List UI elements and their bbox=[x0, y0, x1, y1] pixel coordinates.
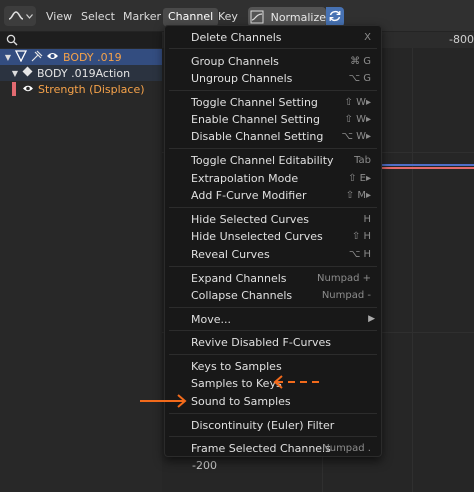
menu-separator bbox=[169, 330, 377, 331]
eye-icon[interactable] bbox=[22, 83, 34, 96]
dashed-arrow-annotation bbox=[273, 375, 324, 389]
menu-channel[interactable]: Channel bbox=[163, 8, 219, 26]
menu-separator bbox=[169, 207, 377, 208]
submenu-arrow-icon: ▶ bbox=[368, 314, 375, 324]
menu-item-collapse-channels[interactable]: Collapse Channels Numpad - bbox=[165, 287, 381, 304]
menu-separator bbox=[169, 436, 377, 437]
menu-item-enable-channel-setting[interactable]: Enable Channel Setting ⇧ W▸ bbox=[165, 111, 381, 128]
action-icon bbox=[22, 66, 33, 80]
auto-normalize-button[interactable] bbox=[326, 7, 344, 27]
normalize-toggle[interactable]: Normalize bbox=[248, 7, 326, 27]
collapse-arrow-icon[interactable]: ▼ bbox=[10, 69, 20, 78]
eye-icon[interactable] bbox=[46, 51, 59, 64]
menu-select[interactable]: Select bbox=[78, 8, 118, 26]
grid-line bbox=[412, 48, 413, 492]
menu-key[interactable]: Key bbox=[215, 8, 241, 26]
menu-item-ungroup-channels[interactable]: Ungroup Channels ⌥ G bbox=[165, 70, 381, 87]
menu-item-expand-channels[interactable]: Expand Channels Numpad + bbox=[165, 270, 381, 287]
editor-type-button[interactable] bbox=[4, 6, 36, 26]
search-icon bbox=[6, 34, 18, 49]
menu-item-delete-channels[interactable]: Delete Channels X bbox=[165, 29, 381, 46]
menu-separator bbox=[169, 307, 377, 308]
menu-separator bbox=[169, 354, 377, 355]
object-mode-icon bbox=[14, 49, 28, 65]
channel-object-row[interactable]: ▼ BODY .019 bbox=[0, 49, 162, 65]
ruler-value-label: -800 bbox=[449, 33, 474, 46]
menu-item-extrapolation-mode[interactable]: Extrapolation Mode ⇧ E▸ bbox=[165, 170, 381, 187]
menu-view[interactable]: View bbox=[43, 8, 75, 26]
object-channel-label: BODY .019 bbox=[63, 50, 122, 64]
menu-item-frame-selected-channels[interactable]: Frame Selected Channels Numpad . bbox=[165, 440, 381, 457]
normalize-icon bbox=[248, 7, 267, 27]
menu-item-hide-selected-curves[interactable]: Hide Selected Curves H bbox=[165, 211, 381, 228]
chevron-down-icon bbox=[25, 13, 33, 19]
fcurve-line-blue[interactable] bbox=[380, 164, 474, 166]
menu-separator bbox=[169, 266, 377, 267]
menu-separator bbox=[169, 148, 377, 149]
menu-item-keys-to-samples[interactable]: Keys to Samples bbox=[165, 358, 381, 375]
channel-menu-dropdown: Delete Channels X Group Channels ⌘ G Ung… bbox=[164, 25, 382, 457]
channel-region: ▼ BODY .019 ▼ BODY .019Action Strength (… bbox=[0, 32, 162, 492]
solid-arrow-annotation bbox=[140, 394, 187, 408]
fcurve-color-swatch bbox=[12, 82, 16, 96]
collapse-arrow-icon[interactable]: ▼ bbox=[3, 53, 13, 62]
menu-item-discontinuity-filter[interactable]: Discontinuity (Euler) Filter bbox=[165, 417, 381, 434]
pin-icon[interactable] bbox=[31, 50, 43, 65]
normalize-label: Normalize bbox=[270, 10, 326, 24]
channel-search-field[interactable] bbox=[0, 32, 162, 48]
channel-fcurve-row[interactable]: Strength (Displace) bbox=[0, 81, 162, 97]
menu-item-move[interactable]: Move... ▶ bbox=[165, 311, 381, 328]
menu-separator bbox=[169, 413, 377, 414]
menu-separator bbox=[169, 90, 377, 91]
fcurve-channel-label: Strength (Displace) bbox=[38, 82, 145, 96]
menu-item-group-channels[interactable]: Group Channels ⌘ G bbox=[165, 53, 381, 70]
action-channel-label: BODY .019Action bbox=[37, 66, 131, 80]
menu-separator bbox=[169, 48, 377, 49]
menu-item-disable-channel-setting[interactable]: Disable Channel Setting ⌥ W▸ bbox=[165, 128, 381, 145]
menu-item-hide-unselected-curves[interactable]: Hide Unselected Curves ⇧ H bbox=[165, 228, 381, 245]
menu-marker[interactable]: Marker bbox=[120, 8, 164, 26]
refresh-icon bbox=[328, 9, 342, 26]
menu-item-revive-disabled-fcurves[interactable]: Revive Disabled F-Curves bbox=[165, 334, 381, 351]
fcurve-line-red[interactable] bbox=[380, 167, 474, 169]
graph-editor-icon bbox=[8, 10, 24, 22]
menu-item-toggle-channel-editability[interactable]: Toggle Channel Editability Tab bbox=[165, 152, 381, 169]
menu-item-add-fcurve-modifier[interactable]: Add F-Curve Modifier ⇧ M▸ bbox=[165, 187, 381, 204]
menu-item-reveal-curves[interactable]: Reveal Curves ⌥ H bbox=[165, 246, 381, 263]
value-axis-label: -200 bbox=[192, 459, 217, 472]
menu-item-sound-to-samples[interactable]: Sound to Samples bbox=[165, 393, 381, 410]
menu-item-toggle-channel-setting[interactable]: Toggle Channel Setting ⇧ W▸ bbox=[165, 94, 381, 111]
channel-action-row[interactable]: ▼ BODY .019Action bbox=[0, 65, 162, 81]
